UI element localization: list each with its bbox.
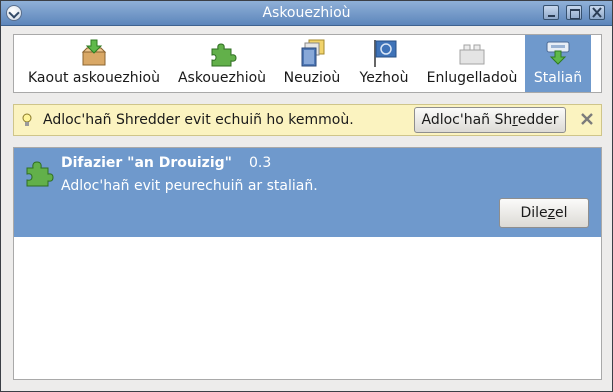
languages-flag-icon <box>374 40 397 67</box>
tab-plugins[interactable]: Enlugelladoù <box>420 35 524 92</box>
cancel-accel-key: z <box>547 205 556 221</box>
tab-languages[interactable]: Yezhoù <box>352 35 416 92</box>
restart-label-post: edder <box>517 112 559 128</box>
tab-label: Askouezhioù <box>177 70 267 86</box>
cancel-label-post: el <box>555 205 568 221</box>
close-icon <box>592 7 602 18</box>
install-icon <box>546 41 570 65</box>
tab-extensions[interactable]: Askouezhioù <box>172 35 272 92</box>
tab-themes[interactable]: Neuzioù <box>276 35 348 92</box>
cancel-label-pre: Dile <box>520 205 548 221</box>
puzzle-piece-icon <box>26 161 54 187</box>
window-title: Askouezhioù <box>262 5 351 21</box>
tab-label: Enlugelladoù <box>426 70 518 86</box>
restart-notification-bar: Adloc'hañ Shredder evit echuiñ ho kemmoù… <box>13 104 602 136</box>
tab-label: Staliañ <box>533 70 583 86</box>
addon-description: Adloc'hañ evit peurechuiñ ar staliañ. <box>61 178 318 194</box>
addon-name: Difazier "an Drouizig" <box>61 155 232 171</box>
category-toolbar: Kaout askouezhioù Askouezhioù Neuzioù Ye… <box>13 34 602 93</box>
close-window-button[interactable] <box>589 5 605 20</box>
tab-get-addons[interactable]: Kaout askouezhioù <box>18 35 170 92</box>
get-addons-box-icon <box>81 39 107 66</box>
list-item[interactable]: Difazier "an Drouizig" 0.3 Adloc'hañ evi… <box>14 148 601 237</box>
cancel-install-button[interactable]: Dilezel <box>499 198 589 228</box>
puzzle-piece-icon <box>211 43 237 67</box>
tab-install[interactable]: Staliañ <box>525 35 591 92</box>
maximize-button[interactable] <box>566 5 582 20</box>
close-x-icon[interactable] <box>580 112 594 126</box>
minimize-button[interactable] <box>543 5 559 20</box>
plugins-block-icon <box>459 44 485 65</box>
tab-label: Yezhoù <box>359 70 409 86</box>
tab-label: Kaout askouezhioù <box>28 70 160 86</box>
restart-app-button[interactable]: Adloc'hañ Shredder <box>414 107 566 133</box>
addon-version: 0.3 <box>249 155 272 171</box>
lightbulb-icon <box>22 113 32 126</box>
title-bar[interactable]: Askouezhioù <box>1 1 612 26</box>
tab-label: Neuzioù <box>283 70 341 86</box>
install-list: Difazier "an Drouizig" 0.3 Adloc'hañ evi… <box>13 147 602 380</box>
addons-window: Askouezhioù Kaout askouezhioù Askouezhio… <box>0 0 613 392</box>
notification-message: Adloc'hañ Shredder evit echuiñ ho kemmoù… <box>43 112 354 128</box>
themes-icon <box>301 39 325 67</box>
restart-label-pre: Adloc'hañ Sh <box>421 112 513 128</box>
